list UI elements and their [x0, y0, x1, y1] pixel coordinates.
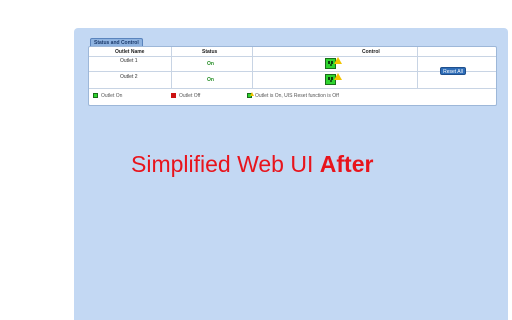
outlet-status: On [207, 61, 214, 67]
headline-emphasis: After [319, 151, 374, 177]
outlet-on-legend-icon [93, 93, 98, 98]
warning-icon [334, 57, 342, 64]
outlet-table: Outlet Name Status Control Outlet 1 On O… [89, 47, 496, 89]
table-divider [417, 47, 418, 89]
outlet-name: Outlet 1 [120, 58, 138, 64]
status-control-box: Outlet Name Status Control Outlet 1 On O… [88, 46, 497, 106]
table-divider [252, 47, 253, 89]
headline-text: Simplified Web UI [131, 151, 320, 177]
legend-outlet-on: Outlet On [101, 93, 123, 99]
column-header-control: Control [362, 49, 380, 55]
table-divider [89, 71, 496, 72]
column-header-outlet-name: Outlet Name [115, 49, 145, 55]
column-header-status: Status [202, 49, 218, 55]
warning-icon [334, 73, 342, 80]
legend-outlet-off: Outlet Off [179, 93, 201, 99]
reset-all-button[interactable]: Reset All [440, 67, 466, 75]
table-divider [89, 88, 496, 89]
table-divider [171, 47, 172, 89]
legend-outlet-ups: Outlet is On, UIS Reset function is Off [255, 93, 339, 99]
outlet-off-legend-icon [171, 93, 176, 98]
outlet-status: On [207, 77, 214, 83]
table-divider [89, 56, 496, 57]
outlet-name: Outlet 2 [120, 74, 138, 80]
headline: Simplified Web UI After [131, 151, 373, 178]
warning-icon [250, 92, 254, 96]
